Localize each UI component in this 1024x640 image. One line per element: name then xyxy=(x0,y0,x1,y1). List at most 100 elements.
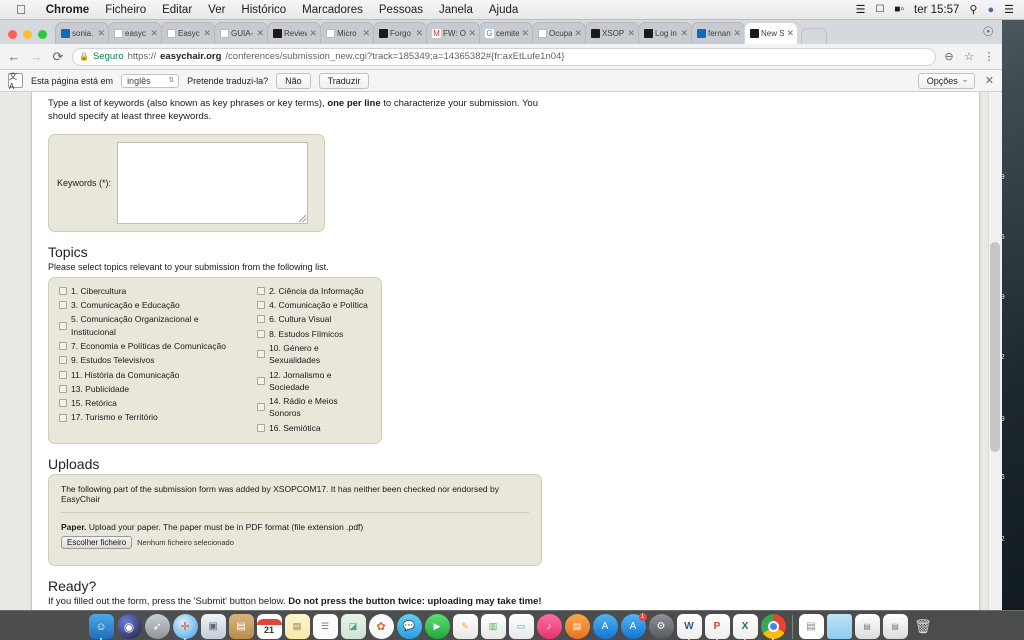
bookmark-star-icon[interactable]: ☆ xyxy=(962,50,976,63)
topic-checkbox[interactable] xyxy=(59,286,67,295)
browser-tab-2[interactable]: easyc ✕ xyxy=(108,22,162,44)
topic-item[interactable]: 2. Ciência da Informação xyxy=(257,285,371,297)
topic-checkbox[interactable] xyxy=(59,356,67,365)
notification-center-icon[interactable]: ☰ xyxy=(1004,3,1014,16)
dock-item-trash[interactable]: 🗑 xyxy=(911,614,936,639)
profile-avatar-icon[interactable]: ☉ xyxy=(982,24,994,40)
menubar-clock[interactable]: ter 15:57 xyxy=(914,4,959,16)
browser-tab-8[interactable]: M FW: O ✕ xyxy=(426,22,480,44)
new-tab-button[interactable] xyxy=(801,28,827,44)
menu-marcadores[interactable]: Marcadores xyxy=(294,4,371,16)
topic-checkbox[interactable] xyxy=(59,321,67,330)
topic-item[interactable]: 17. Turismo e Território xyxy=(59,411,241,423)
spotlight-search-icon[interactable]: ⚲ xyxy=(969,3,977,16)
choose-file-button[interactable]: Escolher ficheiro xyxy=(61,536,133,550)
dock-item-downloads-folder[interactable] xyxy=(826,614,852,639)
chrome-menu-icon[interactable]: ⋮ xyxy=(982,50,996,63)
topic-item[interactable]: 1. Cibercultura xyxy=(59,285,241,297)
close-tab-icon[interactable]: ✕ xyxy=(203,28,211,39)
keywords-input[interactable] xyxy=(117,141,309,224)
menu-chrome[interactable]: Chrome xyxy=(38,4,97,16)
dock-item-pages[interactable]: ✎ xyxy=(452,614,478,639)
close-tab-icon[interactable]: ✕ xyxy=(415,28,423,39)
topic-item[interactable]: 4. Comunicação e Política xyxy=(257,299,371,311)
topic-checkbox[interactable] xyxy=(257,403,266,412)
topic-item[interactable]: 13. Publicidade xyxy=(59,383,241,395)
menu-historico[interactable]: Histórico xyxy=(233,4,294,16)
translate-button[interactable]: Traduzir xyxy=(318,72,370,89)
dock-item-excel[interactable]: X xyxy=(732,614,758,640)
topic-item[interactable]: 16. Semiótica xyxy=(257,422,371,434)
menu-editar[interactable]: Editar xyxy=(154,4,200,16)
topic-item[interactable]: 11. História da Comunicação xyxy=(59,369,241,381)
browser-tab-9[interactable]: G cemite ✕ xyxy=(479,22,533,44)
dock-item-safari[interactable]: ✛ xyxy=(172,614,198,640)
forward-button[interactable]: → xyxy=(28,49,44,64)
browser-tab-7[interactable]: Forgo ✕ xyxy=(373,22,427,44)
topic-checkbox[interactable] xyxy=(257,376,266,385)
browser-tab-4[interactable]: GUIA- ✕ xyxy=(214,22,268,44)
topic-checkbox[interactable] xyxy=(59,370,67,379)
topic-item[interactable]: 12. Jornalismo e Sociedade xyxy=(257,369,371,394)
minimize-window-button[interactable] xyxy=(23,30,32,39)
topic-item[interactable]: 10. Género e Sexualidades xyxy=(257,342,371,367)
page-scrollbar[interactable] xyxy=(988,92,1002,610)
close-tab-icon[interactable]: ✕ xyxy=(733,28,741,39)
language-select[interactable]: inglês xyxy=(121,73,180,88)
close-tab-icon[interactable]: ✕ xyxy=(786,28,794,39)
close-tab-icon[interactable]: ✕ xyxy=(574,28,582,39)
topic-item[interactable]: 8. Estudos Fílmicos xyxy=(257,328,371,340)
dock-item-recent-stack-1[interactable]: ▤ xyxy=(854,614,880,639)
apple-icon[interactable]:  xyxy=(16,3,26,16)
topic-checkbox[interactable] xyxy=(59,342,67,351)
close-tab-icon[interactable]: ✕ xyxy=(521,28,529,39)
topic-item[interactable]: 7. Economia e Políticas de Comunicação xyxy=(59,340,241,352)
dock-item-keynote[interactable]: ▭ xyxy=(508,614,534,639)
dock-item-facetime[interactable]: ▶ xyxy=(424,614,450,639)
scrollbar-thumb[interactable] xyxy=(990,242,1000,452)
topic-checkbox[interactable] xyxy=(59,399,67,408)
close-tab-icon[interactable]: ✕ xyxy=(150,28,158,39)
menu-janela[interactable]: Janela xyxy=(431,4,481,16)
address-bar[interactable]: 🔒 Seguro https://easychair.org/conferenc… xyxy=(72,47,936,66)
translate-options-button[interactable]: Opções xyxy=(917,72,975,89)
menu-ajuda[interactable]: Ajuda xyxy=(481,4,526,16)
browser-tab-10[interactable]: Ocupa ✕ xyxy=(532,22,586,44)
close-tab-icon[interactable]: ✕ xyxy=(680,28,688,39)
topic-item[interactable]: 14. Rádio e Meios Sonoros xyxy=(257,395,371,420)
airplay-icon[interactable]: ☐ xyxy=(875,4,884,15)
browser-tab-12[interactable]: Log in ✕ xyxy=(638,22,692,44)
dock-item-word[interactable]: W xyxy=(676,614,702,640)
topic-item[interactable]: 15. Retórica xyxy=(59,397,241,409)
dock-item-launchpad[interactable]: ➶ xyxy=(144,614,170,639)
zoom-out-icon[interactable]: ⊖ xyxy=(942,50,956,63)
dock-item-finder[interactable]: ☺ xyxy=(88,614,114,640)
menu-ficheiro[interactable]: Ficheiro xyxy=(97,4,154,16)
close-tab-icon[interactable]: ✕ xyxy=(256,28,264,39)
back-button[interactable]: ← xyxy=(6,49,22,64)
browser-tab-3[interactable]: Easyc ✕ xyxy=(161,22,215,44)
dock-item-system-preferences[interactable]: ⚙ xyxy=(648,614,674,639)
close-tab-icon[interactable]: ✕ xyxy=(97,28,105,39)
topic-checkbox[interactable] xyxy=(59,301,67,310)
topic-item[interactable]: 3. Comunicação e Educação xyxy=(59,299,241,311)
topic-checkbox[interactable] xyxy=(257,286,266,295)
topic-checkbox[interactable] xyxy=(59,384,67,393)
close-tab-icon[interactable]: ✕ xyxy=(309,28,317,39)
maximize-window-button[interactable] xyxy=(38,30,47,39)
topic-checkbox[interactable] xyxy=(257,350,266,359)
dock-item-notes[interactable]: ▤ xyxy=(284,614,310,639)
dock-item-reminders[interactable]: ☰ xyxy=(312,614,338,639)
browser-tab-14-active[interactable]: New S ✕ xyxy=(744,22,798,44)
browser-tab-1[interactable]: sonia. ✕ xyxy=(55,22,109,44)
decline-translate-button[interactable]: Não xyxy=(276,72,311,89)
topic-item[interactable]: 9. Estudos Televisivos xyxy=(59,354,241,366)
dock-item-recent-stack-2[interactable]: ▤ xyxy=(882,614,908,639)
dock-item-contacts[interactable]: ▤ xyxy=(228,614,254,639)
close-tab-icon[interactable]: ✕ xyxy=(362,28,370,39)
menu-ver[interactable]: Ver xyxy=(200,4,233,16)
close-tab-icon[interactable]: ✕ xyxy=(468,28,476,39)
dock-item-documents-stack[interactable]: ▤ xyxy=(798,614,824,639)
browser-tab-6[interactable]: Micro ✕ xyxy=(320,22,374,44)
dock-item-numbers[interactable]: ▥ xyxy=(480,614,506,639)
